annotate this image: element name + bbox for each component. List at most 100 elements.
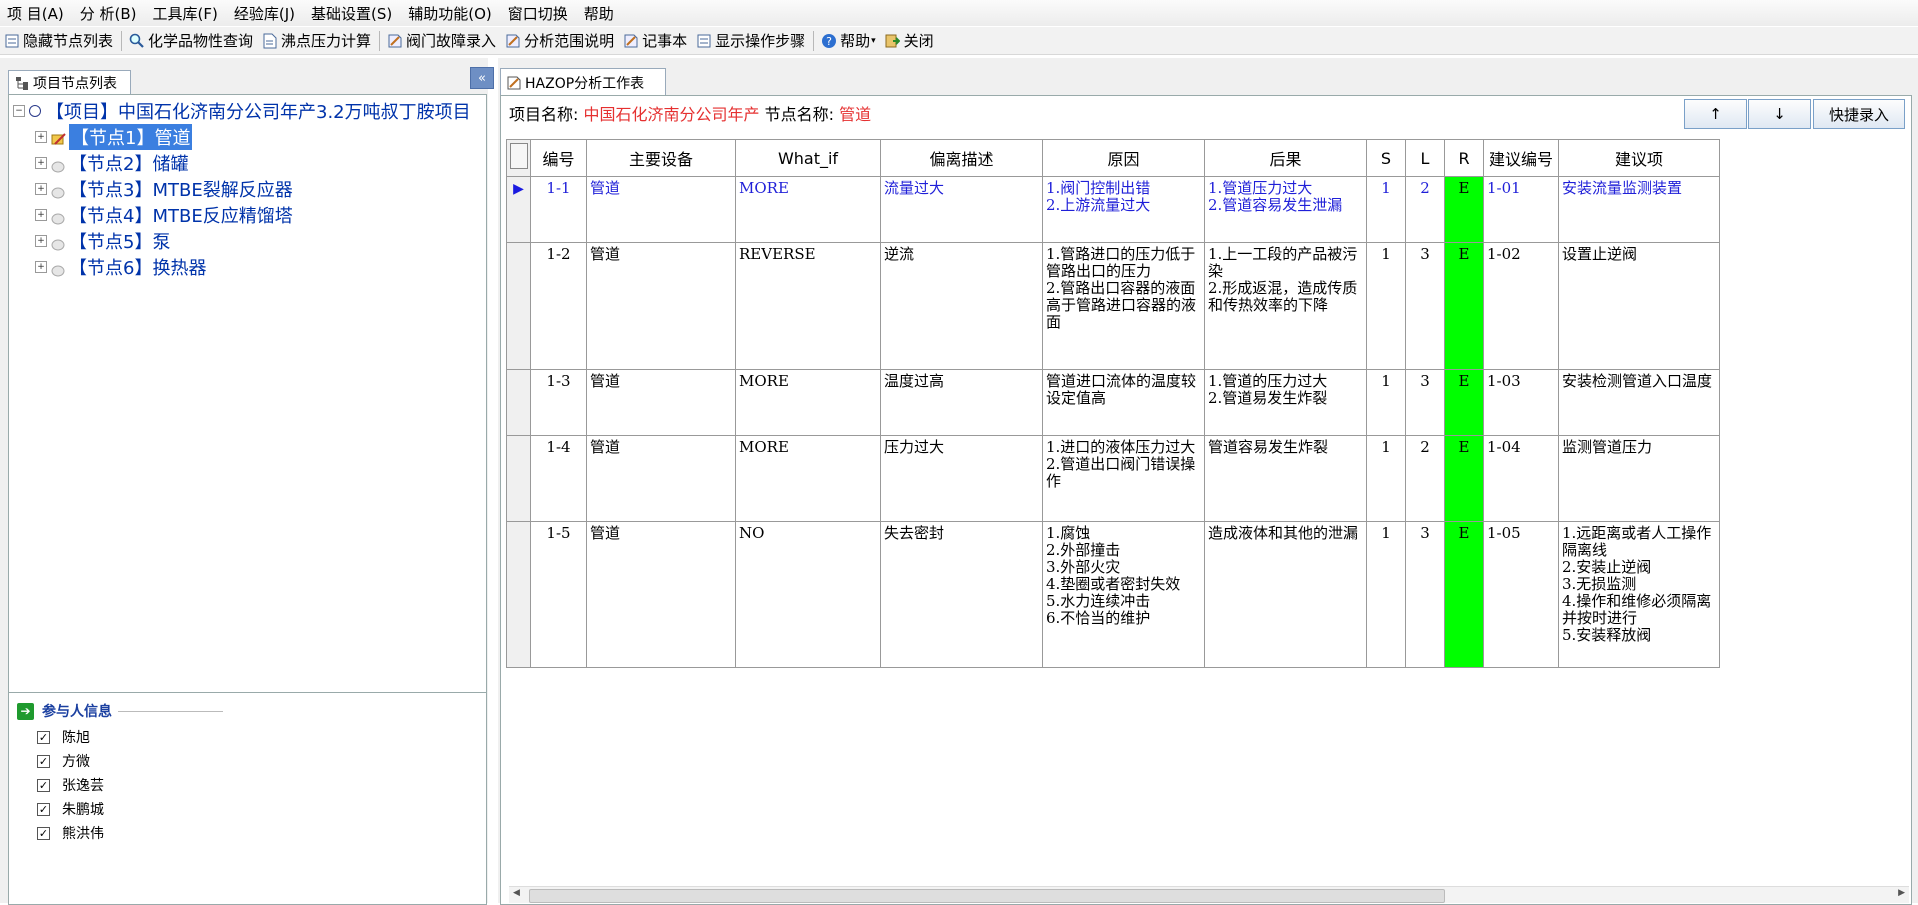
cell-suggestion[interactable]: 安装检测管道入口温度 bbox=[1558, 369, 1720, 436]
menu-experience[interactable]: 经验库(J) bbox=[227, 3, 304, 24]
cell-suggestion[interactable]: 设置止逆阀 bbox=[1558, 242, 1720, 370]
column-header[interactable]: 建议编号 bbox=[1483, 139, 1559, 177]
cell-equipment[interactable]: 管道 bbox=[586, 176, 736, 243]
cell-s[interactable]: 1 bbox=[1366, 176, 1406, 243]
cell-suggestion[interactable]: 监测管道压力 bbox=[1558, 435, 1720, 522]
table-row[interactable]: 1-3 管道 MORE 温度过高 管道进口流体的温度较设定值高 1.管道的压力过… bbox=[506, 369, 1720, 436]
tree-node-3[interactable]: + 【节点3】MTBE裂解反应器 bbox=[35, 177, 293, 201]
participant-item[interactable]: ✓ 朱鹏城 bbox=[37, 799, 104, 819]
row-selector[interactable]: ▶ bbox=[506, 176, 531, 243]
move-down-button[interactable]: ↓ bbox=[1748, 99, 1811, 129]
chemical-query-button[interactable]: 化学品物性查询 bbox=[125, 29, 258, 53]
cell-r[interactable]: E bbox=[1444, 435, 1484, 522]
row-selector[interactable] bbox=[506, 521, 531, 668]
cell-l[interactable]: 3 bbox=[1405, 369, 1445, 436]
expand-toggle-icon[interactable]: + bbox=[35, 157, 47, 169]
column-header[interactable]: 后果 bbox=[1204, 139, 1367, 177]
cell-consequence[interactable]: 造成液体和其他的泄漏 bbox=[1204, 521, 1367, 668]
menu-aux[interactable]: 辅助功能(O) bbox=[401, 3, 501, 24]
cell-suggestion-id[interactable]: 1-04 bbox=[1483, 435, 1559, 522]
cell-whatif[interactable]: MORE bbox=[735, 435, 881, 522]
hide-node-list-button[interactable]: 隐藏节点列表 bbox=[0, 29, 118, 53]
row-selector[interactable] bbox=[506, 369, 531, 436]
cell-id[interactable]: 1-1 bbox=[530, 176, 587, 243]
expand-toggle-icon[interactable]: + bbox=[35, 261, 47, 273]
cell-id[interactable]: 1-4 bbox=[530, 435, 587, 522]
select-all-cell[interactable] bbox=[506, 139, 531, 177]
cell-cause[interactable]: 1.管路进口的压力低于管路出口的压力 2.管路出口容器的液面高于管路进口容器的液… bbox=[1042, 242, 1205, 370]
help-button[interactable]: ? 帮助 ▾ bbox=[817, 29, 881, 53]
scope-note-button[interactable]: 分析范围说明 bbox=[501, 29, 619, 53]
cell-s[interactable]: 1 bbox=[1366, 369, 1406, 436]
cell-r[interactable]: E bbox=[1444, 369, 1484, 436]
cell-whatif[interactable]: NO bbox=[735, 521, 881, 668]
cell-l[interactable]: 2 bbox=[1405, 176, 1445, 243]
cell-cause[interactable]: 1.阀门控制出错 2.上游流量过大 bbox=[1042, 176, 1205, 243]
cell-id[interactable]: 1-2 bbox=[530, 242, 587, 370]
collapse-panel-button[interactable]: « bbox=[470, 67, 494, 89]
menu-tools[interactable]: 工具库(F) bbox=[146, 3, 227, 24]
cell-r[interactable]: E bbox=[1444, 521, 1484, 668]
table-row[interactable]: 1-5 管道 NO 失去密封 1.腐蚀 2.外部撞击 3.外部火灾 4.垫圈或者… bbox=[506, 521, 1720, 668]
cell-id[interactable]: 1-3 bbox=[530, 369, 587, 436]
column-header[interactable]: 原因 bbox=[1042, 139, 1205, 177]
cell-equipment[interactable]: 管道 bbox=[586, 242, 736, 370]
show-steps-button[interactable]: 显示操作步骤 bbox=[692, 29, 810, 53]
cell-deviation[interactable]: 失去密封 bbox=[880, 521, 1043, 668]
tree-node-1[interactable]: + 【节点1】管道 bbox=[35, 124, 193, 150]
column-header[interactable]: 编号 bbox=[530, 139, 587, 177]
table-row[interactable]: 1-4 管道 MORE 压力过大 1.进口的液体压力过大 2.管道出口阀门错误操… bbox=[506, 435, 1720, 522]
close-button[interactable]: 关闭 bbox=[881, 29, 939, 53]
move-up-button[interactable]: ↑ bbox=[1684, 99, 1747, 129]
scroll-right-icon[interactable]: ▶ bbox=[1898, 888, 1905, 898]
tree-node-5[interactable]: + 【节点5】泵 bbox=[35, 229, 170, 253]
table-row[interactable]: 1-2 管道 REVERSE 逆流 1.管路进口的压力低于管路出口的压力 2.管… bbox=[506, 242, 1720, 370]
cell-cause[interactable]: 1.腐蚀 2.外部撞击 3.外部火灾 4.垫圈或者密封失效 5.水力连续冲击 6… bbox=[1042, 521, 1205, 668]
expand-toggle-icon[interactable]: + bbox=[35, 235, 47, 247]
cell-equipment[interactable]: 管道 bbox=[586, 435, 736, 522]
cell-id[interactable]: 1-5 bbox=[530, 521, 587, 668]
valve-fault-button[interactable]: 阀门故障录入 bbox=[383, 29, 501, 53]
tree-node-2[interactable]: + 【节点2】储罐 bbox=[35, 151, 188, 175]
column-header[interactable]: R bbox=[1444, 139, 1484, 177]
cell-s[interactable]: 1 bbox=[1366, 242, 1406, 370]
menu-settings[interactable]: 基础设置(S) bbox=[304, 3, 401, 24]
participant-item[interactable]: ✓ 张逸芸 bbox=[37, 775, 104, 795]
cell-deviation[interactable]: 流量过大 bbox=[880, 176, 1043, 243]
menu-help[interactable]: 帮助 bbox=[577, 3, 623, 24]
participant-item[interactable]: ✓ 熊洪伟 bbox=[37, 823, 104, 843]
cell-suggestion[interactable]: 1.远距离或者人工操作隔离线 2.安装止逆阀 3.无损监测 4.操作和维修必须隔… bbox=[1558, 521, 1720, 668]
cell-consequence[interactable]: 管道容易发生炸裂 bbox=[1204, 435, 1367, 522]
tree-node-4[interactable]: + 【节点4】MTBE反应精馏塔 bbox=[35, 203, 293, 227]
column-header[interactable]: 主要设备 bbox=[586, 139, 736, 177]
column-header[interactable]: 建议项 bbox=[1558, 139, 1720, 177]
cell-equipment[interactable]: 管道 bbox=[586, 521, 736, 668]
cell-suggestion-id[interactable]: 1-02 bbox=[1483, 242, 1559, 370]
cell-whatif[interactable]: REVERSE bbox=[735, 242, 881, 370]
row-selector[interactable] bbox=[506, 435, 531, 522]
column-header[interactable]: What_if bbox=[735, 139, 881, 177]
checkbox-checked-icon[interactable]: ✓ bbox=[37, 826, 50, 840]
column-header[interactable]: L bbox=[1405, 139, 1445, 177]
cell-r[interactable]: E bbox=[1444, 242, 1484, 370]
participant-item[interactable]: ✓ 方微 bbox=[37, 751, 90, 771]
cell-s[interactable]: 1 bbox=[1366, 521, 1406, 668]
boiling-pressure-button[interactable]: 沸点压力计算 bbox=[258, 29, 376, 53]
tree-node-6[interactable]: + 【节点6】换热器 bbox=[35, 255, 206, 279]
tree-root[interactable]: − 【项目】中国石化济南分公司年产3.2万吨叔丁胺项目 bbox=[13, 99, 471, 123]
cell-cause[interactable]: 1.进口的液体压力过大 2.管道出口阀门错误操作 bbox=[1042, 435, 1205, 522]
cell-whatif[interactable]: MORE bbox=[735, 176, 881, 243]
cell-deviation[interactable]: 压力过大 bbox=[880, 435, 1043, 522]
row-selector[interactable] bbox=[506, 242, 531, 370]
expand-toggle-icon[interactable]: + bbox=[35, 183, 47, 195]
cell-suggestion[interactable]: 安装流量监测装置 bbox=[1558, 176, 1720, 243]
table-row[interactable]: ▶ 1-1 管道 MORE 流量过大 1.阀门控制出错 2.上游流量过大 1.管… bbox=[506, 176, 1720, 243]
cell-r[interactable]: E bbox=[1444, 176, 1484, 243]
cell-deviation[interactable]: 温度过高 bbox=[880, 369, 1043, 436]
cell-l[interactable]: 2 bbox=[1405, 435, 1445, 522]
checkbox-checked-icon[interactable]: ✓ bbox=[37, 754, 50, 768]
horizontal-scrollbar[interactable]: ◀ ▶ bbox=[509, 886, 1909, 903]
cell-l[interactable]: 3 bbox=[1405, 521, 1445, 668]
cell-cause[interactable]: 管道进口流体的温度较设定值高 bbox=[1042, 369, 1205, 436]
collapse-toggle-icon[interactable]: − bbox=[13, 105, 25, 117]
